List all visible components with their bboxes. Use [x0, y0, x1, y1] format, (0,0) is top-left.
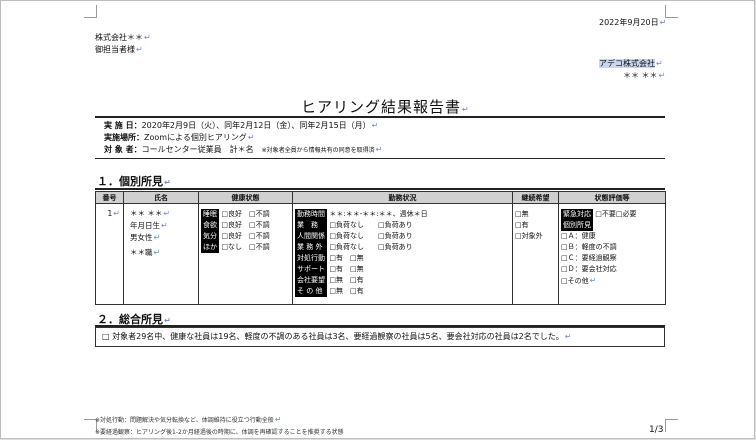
recipient-person[interactable]: 御担当者様↵	[95, 44, 143, 55]
document-page: 2022年9月20日↵ 株式会社＊＊↵ 御担当者様↵ アデコ株式会社↵ ＊＊ ＊…	[0, 0, 755, 439]
footnote-1[interactable]: ※対処行動：問題解決や気分転換など、体調維持に役立つ行動全般↵	[95, 415, 281, 424]
sender-person[interactable]: ＊＊ ＊＊↵	[623, 70, 665, 81]
crop-mark-bottom-right	[665, 419, 678, 432]
footnote-2[interactable]: ※要経過観察：ヒアリング後1-2か月経過後の時期に、体調を再確認することを推奨す…	[95, 427, 344, 436]
info-place[interactable]: 実施場所：Zoomによる個別ヒアリング↵	[104, 132, 255, 143]
title-rule	[95, 116, 665, 118]
findings-table: 番号 氏名 健康状態 勤務状況 継続希望 状態評価等 1↵ ＊＊ ＊＊↵ 年月日…	[95, 191, 666, 305]
document-title[interactable]: ヒアリング結果報告書↵	[301, 96, 470, 117]
header-name: 氏名	[123, 191, 199, 204]
header-eval: 状態評価等	[558, 191, 666, 204]
individual-label: 個別所見	[561, 220, 593, 231]
report-date[interactable]: 2022年9月20日↵	[599, 17, 666, 28]
cell-name[interactable]: ＊＊ ＊＊↵ 年月日生↵ 男女性↵ ＊＊職↵	[123, 203, 199, 305]
table-header-row: 番号 氏名 健康状態 勤務状況 継続希望 状態評価等	[95, 191, 666, 204]
section1-rule	[95, 188, 665, 190]
crop-mark-top-left	[84, 5, 97, 18]
cell-health[interactable]: 睡眠 食欲 気分 ほか □良好 □不調 □良好 □不調 □良好 □不調 □なし …	[198, 203, 293, 305]
sender-company[interactable]: アデコ株式会社↵	[599, 58, 663, 69]
header-work: 勤務状況	[292, 191, 513, 204]
header-number: 番号	[95, 191, 124, 204]
crop-mark-top-right	[665, 5, 678, 18]
cell-continue[interactable]: □無 □有 □対象外	[512, 203, 559, 305]
urgent-label: 緊急対応	[561, 209, 593, 220]
header-continue: 継続希望	[512, 191, 559, 204]
cell-eval[interactable]: 緊急対応 □不要□必要 個別所見 □Ａ：健康 □Ｂ：軽度の不調 □Ｃ：要経過観察…	[558, 203, 666, 305]
recipient-company[interactable]: 株式会社＊＊↵	[95, 32, 151, 43]
cell-number[interactable]: 1↵	[95, 203, 124, 305]
header-health: 健康状態	[198, 191, 293, 204]
info-target[interactable]: 対 象 者：コールセンター従業員 計＊名 ※対象者全員から情報共有の同意を取得済…	[104, 144, 382, 155]
cell-work[interactable]: 勤務時間 業 務 人間関係 業 務 外 対処行動 サポート 会社要望 そ の 他…	[292, 203, 513, 305]
page-number: 1/3	[649, 425, 664, 435]
summary-box[interactable]: □ 対象者29名中、健康な社員は19名、軽度の不調のある社員は3名、要経過観察の…	[95, 327, 665, 347]
info-rule	[95, 158, 665, 159]
table-row: 1↵ ＊＊ ＊＊↵ 年月日生↵ 男女性↵ ＊＊職↵ 睡眠 食欲 気分 ほか □良…	[95, 203, 666, 305]
work-labels: 勤務時間 業 務 人間関係 業 務 外 対処行動 サポート 会社要望 そ の 他	[295, 209, 327, 297]
health-labels: 睡眠 食欲 気分 ほか	[201, 209, 219, 253]
section1-heading[interactable]: １．個別所見↵	[97, 173, 171, 189]
info-date[interactable]: 実 施 日：2020年2月9日（火）、同年2月12日（金）、同年2月15日（月）…	[104, 120, 378, 131]
